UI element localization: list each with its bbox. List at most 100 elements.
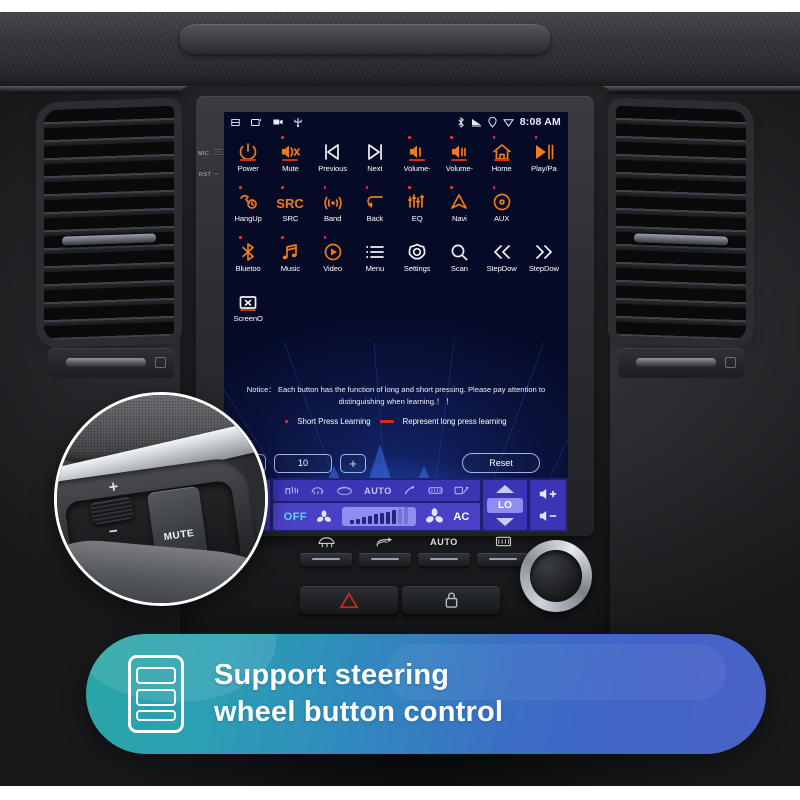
function-button-label: Bluetoo bbox=[235, 264, 261, 273]
function-button-label: Volume- bbox=[445, 164, 473, 173]
climate-off-label[interactable]: OFF bbox=[284, 511, 308, 523]
hazard-lock-row[interactable] bbox=[300, 586, 500, 614]
fan-decrease-icon[interactable] bbox=[316, 509, 332, 524]
hvac-button-recirculate[interactable] bbox=[359, 534, 411, 566]
fan-increase-icon[interactable] bbox=[425, 508, 444, 525]
music-icon bbox=[277, 240, 303, 262]
volume-control-column[interactable] bbox=[530, 480, 566, 530]
hvac-button-defrost-rear[interactable] bbox=[477, 534, 529, 566]
fan-bar bbox=[361, 517, 366, 524]
passenger-temp-value: LO bbox=[487, 497, 523, 513]
airflow-feet-icon[interactable] bbox=[454, 485, 469, 496]
hvac-button-defrost-front[interactable] bbox=[300, 534, 352, 566]
hvac-button-pad[interactable] bbox=[418, 553, 470, 566]
wifi-icon bbox=[502, 118, 514, 127]
climate-center[interactable]: AUTO OFF AC bbox=[273, 480, 480, 530]
function-button-hangup[interactable]: HangUp bbox=[227, 186, 269, 223]
function-button-stepdow[interactable]: StepDow bbox=[481, 236, 523, 273]
airflow-face-icon[interactable] bbox=[428, 485, 443, 496]
climate-control-bar[interactable]: LO AUTO bbox=[224, 478, 568, 532]
function-button-band[interactable]: Band bbox=[312, 186, 354, 223]
recirculate-icon[interactable] bbox=[336, 485, 353, 496]
head-unit-screen[interactable]: 8:08 AM Power Mute Previous Next Volume- V… bbox=[224, 112, 568, 532]
mic-grill bbox=[213, 149, 222, 156]
function-button-previous[interactable]: Previous bbox=[312, 136, 354, 173]
function-button-back[interactable]: Back bbox=[354, 186, 396, 223]
bezel-label-mic: MIC bbox=[198, 151, 210, 157]
function-button-mute[interactable]: Mute bbox=[269, 136, 311, 173]
airflow-up-icon[interactable] bbox=[403, 485, 417, 496]
icon-segment bbox=[136, 667, 176, 685]
hvac-auto-label: AUTO bbox=[418, 534, 470, 550]
function-button-settings[interactable]: Settings bbox=[396, 236, 438, 273]
short-press-dot-icon bbox=[285, 420, 289, 423]
band-icon bbox=[320, 190, 346, 212]
hvac-button-pad[interactable] bbox=[300, 553, 352, 566]
long-press-bar-icon bbox=[379, 420, 394, 423]
function-button-next[interactable]: Next bbox=[354, 136, 396, 173]
defrost-front-icon[interactable] bbox=[310, 485, 325, 496]
knob-face bbox=[530, 550, 582, 602]
search-icon bbox=[446, 240, 472, 262]
learning-stepper-row[interactable]: − 10 + Reset bbox=[224, 450, 568, 476]
function-button-bluetoo[interactable]: Bluetoo bbox=[227, 236, 269, 273]
function-button-play-pa[interactable]: Play/Pa bbox=[523, 136, 565, 173]
function-button-label: Back bbox=[366, 214, 384, 223]
control-knob[interactable] bbox=[520, 540, 592, 612]
function-button-label: Scan bbox=[450, 264, 468, 273]
hvac-button-auto[interactable]: AUTO bbox=[418, 534, 470, 566]
function-button-label: Next bbox=[367, 164, 383, 173]
arrow-up-icon[interactable] bbox=[496, 484, 514, 493]
defrost-rear-icon bbox=[477, 534, 529, 550]
hazard-icon bbox=[339, 591, 359, 608]
function-button-music[interactable]: Music bbox=[269, 236, 311, 273]
vent-trim-square bbox=[725, 357, 736, 368]
video-icon bbox=[320, 240, 346, 262]
climate-fan-row[interactable]: OFF AC bbox=[273, 503, 480, 530]
function-button-eq[interactable]: EQ bbox=[396, 186, 438, 223]
step-value[interactable]: 10 bbox=[274, 453, 332, 473]
fan-speed-indicator[interactable] bbox=[341, 507, 416, 526]
function-button-scan[interactable]: Scan bbox=[438, 236, 480, 273]
function-button-home[interactable]: Home bbox=[481, 136, 523, 173]
function-button-label: StepDow bbox=[486, 264, 517, 273]
volume-down-button[interactable] bbox=[538, 509, 558, 523]
status-bar: 8:08 AM bbox=[224, 112, 568, 132]
arrow-down-icon[interactable] bbox=[496, 517, 514, 526]
location-icon bbox=[488, 116, 497, 128]
short-press-dot-icon bbox=[239, 186, 242, 189]
reset-button[interactable]: Reset bbox=[462, 453, 540, 473]
increment-button[interactable]: + bbox=[340, 453, 366, 473]
hvac-button-pad[interactable] bbox=[359, 553, 411, 566]
seat-heat-icon[interactable] bbox=[284, 485, 299, 496]
climate-auto-label[interactable]: AUTO bbox=[364, 486, 392, 496]
hazard-button[interactable] bbox=[300, 586, 398, 614]
function-button-label: Band bbox=[323, 214, 342, 223]
vent-trim-square bbox=[155, 357, 166, 368]
vent-trim-bar bbox=[636, 358, 716, 367]
door-lock-button[interactable] bbox=[402, 586, 500, 614]
function-button-grid[interactable]: Power Mute Previous Next Volume- Volume- H… bbox=[224, 136, 568, 323]
reset-pinhole[interactable] bbox=[214, 171, 218, 175]
function-button-aux[interactable]: AUX bbox=[481, 186, 523, 223]
fan-bar bbox=[403, 507, 408, 524]
passenger-temp-control[interactable]: LO bbox=[483, 480, 527, 530]
function-button-stepdow[interactable]: StepDow bbox=[523, 236, 565, 273]
recirculate-icon bbox=[359, 534, 411, 550]
volume-up-button[interactable] bbox=[538, 487, 558, 501]
function-button-navi[interactable]: Navi bbox=[438, 186, 480, 223]
function-button-src[interactable]: SRC SRC bbox=[269, 186, 311, 223]
banner-text: Support steering wheel button control bbox=[214, 657, 503, 730]
physical-hvac-panel[interactable]: AUTO bbox=[300, 534, 550, 580]
function-button-screeno[interactable]: ScreenO bbox=[227, 286, 269, 323]
function-button-menu[interactable]: Menu bbox=[354, 236, 396, 273]
function-button-label: StepDow bbox=[528, 264, 559, 273]
camera-icon bbox=[273, 118, 283, 126]
function-button-volume-[interactable]: Volume- bbox=[396, 136, 438, 173]
function-button-video[interactable]: Video bbox=[312, 236, 354, 273]
function-button-volume-[interactable]: Volume- bbox=[438, 136, 480, 173]
function-button-power[interactable]: Power bbox=[227, 136, 269, 173]
function-button-label: Video bbox=[323, 264, 343, 273]
climate-ac-label[interactable]: AC bbox=[453, 511, 469, 523]
climate-mode-row[interactable]: AUTO bbox=[273, 480, 480, 501]
